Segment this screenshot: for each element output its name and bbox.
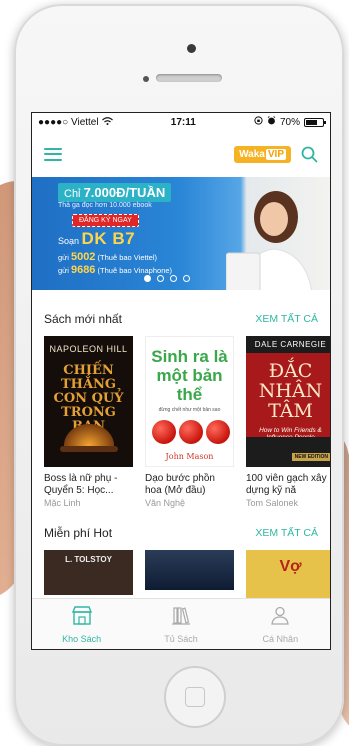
tab-label: Cá Nhân	[262, 634, 299, 644]
earpiece-speaker	[156, 74, 222, 82]
see-all-link[interactable]: XEM TẤT CẢ	[255, 527, 318, 539]
line2-number: 9686	[70, 264, 96, 276]
status-time: 17:11	[170, 116, 196, 128]
section-title: Sách mới nhất	[44, 312, 122, 326]
register-now-button[interactable]: ĐĂNG KÝ NGAY	[72, 214, 139, 227]
book-author: Mặc Linh	[44, 498, 81, 508]
see-all-link[interactable]: XEM TẤT CẢ	[255, 313, 318, 325]
sms-instruction: Soạn DK B7	[58, 229, 135, 249]
book-title: Dạo bước phồn hoa (Mở đầu)	[145, 473, 215, 496]
carousel-dot[interactable]	[144, 275, 151, 282]
lamp-icon	[64, 424, 114, 446]
cover-subtitle: đừng chết như một bản sao	[158, 407, 221, 413]
sms-code: DK B7	[81, 229, 136, 248]
tab-bookstore[interactable]: Kho Sách	[32, 599, 131, 649]
price-value: 7.000Đ/TUẦN	[83, 185, 166, 200]
battery-percent: 70%	[279, 116, 300, 128]
cover-author: NAPOLEON HILL	[49, 344, 128, 354]
book-cover: Vợ	[246, 550, 330, 598]
book-author: Tom Salonek	[246, 498, 299, 508]
carrier-label: ●●●●○ Viettel	[38, 116, 99, 128]
bottom-tab-bar: Kho Sách Tủ Sách Cá Nhân	[32, 598, 330, 649]
search-icon[interactable]	[301, 146, 318, 163]
carousel-dot[interactable]	[170, 275, 177, 282]
battery-icon	[303, 117, 326, 127]
wifi-icon	[101, 116, 113, 128]
app-bar: Waka VIP	[32, 131, 330, 177]
sms-prefix: Soạn	[58, 236, 80, 246]
book-card[interactable]: Sinh ra là một bản thể đừng chết như một…	[145, 336, 234, 508]
front-camera	[187, 44, 196, 53]
store-icon	[71, 604, 93, 631]
book-cover: L. TOLSTOY	[44, 550, 133, 595]
book-row-free: L. TOLSTOY Vợ	[32, 550, 330, 598]
tab-label: Tủ Sách	[164, 634, 198, 644]
cover-title: ĐẮC NHÂN TÂM	[258, 360, 323, 422]
book-cover: Sinh ra là một bản thể đừng chết như một…	[145, 336, 234, 467]
cover-author: John Mason	[165, 452, 214, 461]
status-bar: ●●●●○ Viettel 17:11 70%	[32, 113, 330, 131]
orientation-lock-icon	[254, 116, 263, 128]
line1-suffix: (Thuê bao Viettel)	[97, 253, 158, 262]
tab-bookshelf[interactable]: Tủ Sách	[131, 599, 230, 649]
book-cover: NAPOLEON HILL CHIẾN THẮNG CON QUỶ TRONG …	[44, 336, 133, 467]
price-prefix: Chỉ	[64, 188, 81, 200]
carousel-dot[interactable]	[183, 275, 190, 282]
carousel-dot[interactable]	[157, 275, 164, 282]
book-title: 100 viên gạch xây dựng kỹ nă	[246, 473, 327, 496]
cover-title: Sinh ra là một bản thể	[151, 347, 228, 404]
vip-badge: VIP	[265, 148, 286, 160]
lamp-base	[60, 446, 118, 452]
tab-label: Kho Sách	[62, 634, 102, 644]
book-card[interactable]: DALE CARNEGIE ĐẮC NHÂN TÂM How to Win Fr…	[246, 336, 330, 508]
promo-banner[interactable]: Chỉ 7.000Đ/TUẦN Thả ga đọc hơn 10.000 eb…	[32, 177, 330, 290]
book-card[interactable]	[145, 550, 234, 598]
user-icon	[269, 604, 291, 631]
tab-profile[interactable]: Cá Nhân	[231, 599, 330, 649]
waka-vip-logo[interactable]: Waka VIP	[234, 145, 291, 163]
book-row-new: NAPOLEON HILL CHIẾN THẮNG CON QUỶ TRONG …	[32, 336, 330, 508]
line2-suffix: (Thuê bao Vinaphone)	[97, 266, 173, 275]
phone-screen: ●●●●○ Viettel 17:11 70% Waka VIP Chỉ 7.0…	[31, 112, 331, 650]
bookshelf-icon	[170, 604, 192, 631]
book-cover	[145, 550, 234, 590]
book-author: Văn Nghệ	[145, 498, 186, 508]
section-title: Miễn phí Hot	[44, 526, 113, 540]
logo-text: Waka	[239, 148, 265, 160]
book-card[interactable]: L. TOLSTOY	[44, 550, 133, 598]
section-header-free-hot: Miễn phí Hot XEM TẤT CẢ	[32, 516, 330, 550]
home-button[interactable]	[164, 666, 226, 728]
section-header-new-books: Sách mới nhất XEM TẤT CẢ	[32, 302, 330, 336]
cover-band	[246, 437, 330, 467]
line1-number: 5002	[70, 251, 96, 263]
viettel-line: gửi 5002 (Thuê bao Viettel)	[58, 251, 157, 263]
hamburger-menu-icon[interactable]	[44, 147, 62, 161]
cover-author: DALE CARNEGIE	[246, 336, 330, 353]
banner-subtitle: Thả ga đọc hơn 10.000 ebook	[58, 202, 152, 209]
edition-badge: NEW EDITION	[291, 453, 330, 461]
book-cover: DALE CARNEGIE ĐẮC NHÂN TÂM How to Win Fr…	[246, 336, 330, 467]
woman-illustration	[226, 191, 312, 290]
apples-illustration	[152, 420, 230, 444]
proximity-sensor	[143, 76, 149, 82]
line2-prefix: gửi	[58, 266, 69, 275]
alarm-icon	[267, 116, 276, 128]
book-card[interactable]: Vợ	[246, 550, 330, 598]
book-title: Boss là nữ phụ - Quyển 5: Học...	[44, 473, 118, 496]
book-card[interactable]: NAPOLEON HILL CHIẾN THẮNG CON QUỶ TRONG …	[44, 336, 133, 508]
line1-prefix: gửi	[58, 253, 69, 262]
carousel-dots	[144, 275, 190, 282]
price-tag: Chỉ 7.000Đ/TUẦN	[58, 183, 172, 202]
